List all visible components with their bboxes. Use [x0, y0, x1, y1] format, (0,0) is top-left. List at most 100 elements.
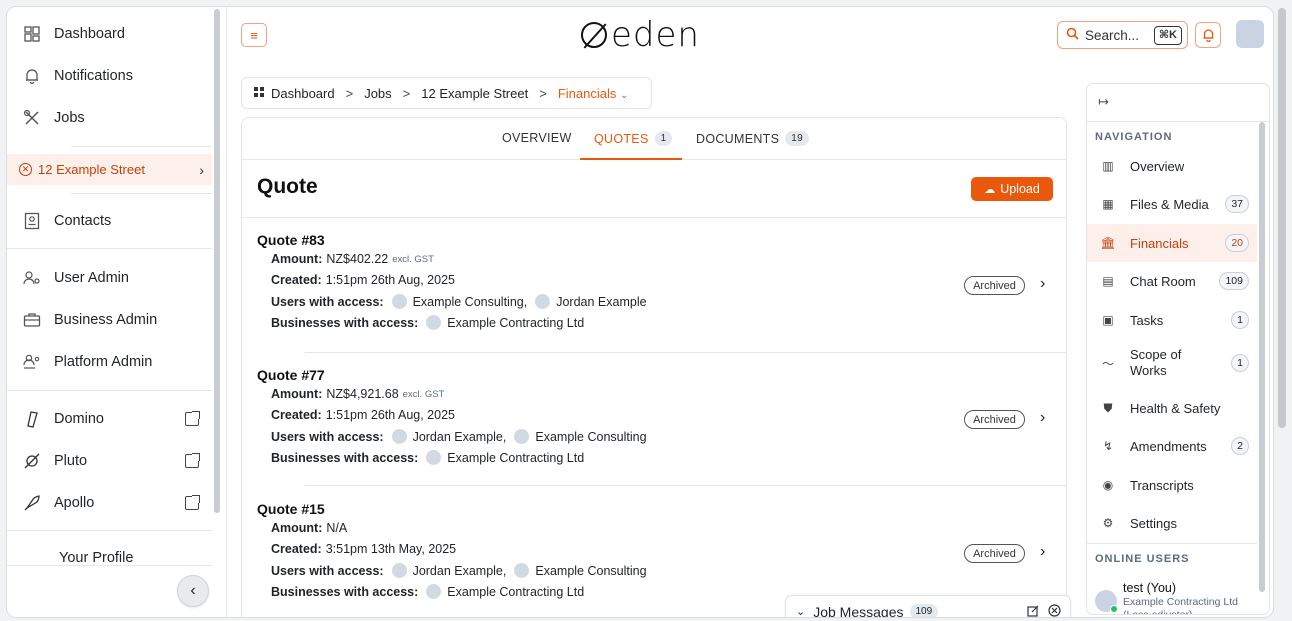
chevron-right-icon: › [199, 161, 204, 178]
breadcrumb-separator: > [345, 85, 354, 101]
sidebar-item-notifications[interactable]: Notifications [7, 56, 212, 96]
upload-button[interactable]: ☁ Upload [971, 177, 1053, 201]
sidebar-item-label: Contacts [54, 213, 112, 229]
sidebar-item-apollo[interactable]: Apollo [7, 483, 212, 523]
breadcrumb-dashboard[interactable]: Dashboard [271, 86, 335, 101]
count-badge: 20 [1225, 234, 1249, 252]
search-input[interactable]: Search... ⌘K [1057, 21, 1188, 49]
search-icon [1066, 27, 1079, 43]
search-shortcut: ⌘K [1153, 26, 1182, 45]
nav-item-financials[interactable]: 🏛 Financials 20 [1087, 224, 1257, 262]
chevron-right-icon[interactable]: › [1040, 543, 1045, 561]
breadcrumb-separator: > [402, 85, 411, 101]
nav-item-scope-of-works[interactable]: 〜 Scope of Works 1 [1087, 341, 1257, 385]
nav-item-health-safety[interactable]: ⛊ Health & Safety [1087, 389, 1257, 427]
contact-card-icon [21, 210, 43, 232]
sidebar-item-pluto[interactable]: Pluto [7, 441, 212, 481]
status-badge: Archived [964, 276, 1025, 295]
tools-icon [21, 107, 43, 129]
sidebar-item-label: Apollo [54, 495, 95, 511]
sidebar-item-label: 12 Example Street [38, 162, 145, 177]
tab-overview[interactable]: OVERVIEW [502, 131, 572, 145]
close-icon[interactable] [1048, 604, 1061, 617]
sidebar-item-contacts[interactable]: Contacts [7, 201, 212, 241]
app-logo[interactable]: eden [581, 15, 700, 55]
sidebar-item-dashboard[interactable]: Dashboard [7, 14, 212, 54]
online-user-company: Example Contracting Ltd [1123, 596, 1238, 608]
nav-item-transcripts[interactable]: ◉ Transcripts [1087, 466, 1257, 504]
breadcrumb-job[interactable]: 12 Example Street [421, 86, 528, 101]
sidebar-scrollbar[interactable] [214, 9, 220, 513]
tab-quotes[interactable]: QUOTES 1 [594, 131, 673, 146]
divider [71, 193, 212, 194]
breadcrumb-separator: > [539, 85, 547, 101]
quote-item[interactable]: Quote #15 Amount: N/A Created: 3:51pm 13… [257, 501, 1057, 599]
bell-icon [21, 65, 43, 87]
bank-icon: 🏛 [1100, 236, 1116, 250]
nav-item-chat-room[interactable]: ▤ Chat Room 109 [1087, 262, 1257, 300]
collapse-sidebar-button[interactable]: ‹ [177, 575, 209, 607]
sidebar-item-12-example-street[interactable]: ✕ 12 Example Street › [7, 154, 212, 185]
rocket-icon [21, 492, 43, 514]
quote-amount: Amount: NZ$402.22 excl. GST [271, 252, 434, 266]
divider [7, 565, 212, 566]
page-scrollbar[interactable] [1278, 8, 1286, 428]
trend-icon: 〜 [1101, 356, 1114, 371]
nav-item-tasks[interactable]: ▣ Tasks 1 [1087, 301, 1257, 339]
sidebar-item-label: Domino [54, 411, 104, 427]
chart-icon: ▥ [1102, 159, 1114, 173]
divider [242, 217, 1066, 218]
count-badge: 109 [1219, 272, 1249, 290]
quote-businesses: Businesses with access: Example Contract… [271, 450, 585, 465]
search-placeholder: Search... [1085, 27, 1140, 43]
quote-amount: Amount: NZ$4,921.68 excl. GST [271, 387, 445, 401]
sidebar-item-label: Business Admin [54, 312, 158, 328]
breadcrumb: Dashboard > Jobs > 12 Example Street > F… [241, 77, 652, 109]
avatar [426, 315, 442, 330]
external-link-icon[interactable] [185, 495, 200, 510]
count-badge: 1 [1231, 311, 1249, 329]
tab-documents[interactable]: DOCUMENTS 19 [696, 131, 809, 146]
panel-scrollbar[interactable] [1259, 122, 1265, 592]
sidebar-item-user-admin[interactable]: User Admin [7, 258, 212, 298]
shield-icon: ⛊ [1103, 400, 1113, 415]
notifications-bell-icon[interactable] [1195, 22, 1221, 48]
sidebar-item-platform-admin[interactable]: Platform Admin [7, 342, 212, 382]
avatar [426, 584, 442, 599]
nav-item-files-media[interactable]: ▦ Files & Media 37 [1087, 185, 1257, 223]
close-circle-icon[interactable]: ✕ [19, 163, 32, 176]
chevron-down-icon[interactable]: ⌄ [796, 605, 805, 617]
sidebar: Dashboard Notifications Jobs ✕ 12 Exampl… [7, 7, 227, 617]
online-user-role: (Loss adjuster) [1123, 609, 1193, 615]
chevron-right-icon[interactable]: › [1040, 409, 1045, 427]
external-link-icon[interactable] [185, 411, 200, 426]
job-messages-count: 109 [909, 604, 939, 617]
user-avatar[interactable] [1236, 20, 1264, 48]
menu-toggle-icon[interactable]: ≡ [241, 23, 267, 47]
avatar [535, 294, 551, 309]
divider [7, 248, 212, 249]
sidebar-item-business-admin[interactable]: Business Admin [7, 300, 212, 340]
users-cog-icon [21, 267, 43, 289]
breadcrumb-jobs[interactable]: Jobs [364, 86, 391, 101]
job-messages-bar[interactable]: ⌄ Job Messages 109 [785, 595, 1071, 617]
quote-item[interactable]: Quote #83 Amount: NZ$402.22 excl. GST Cr… [257, 232, 1057, 330]
nav-item-settings[interactable]: ⚙ Settings [1087, 504, 1257, 542]
sidebar-item-jobs[interactable]: Jobs [7, 98, 212, 138]
platform-users-icon [21, 351, 43, 373]
nav-item-overview[interactable]: ▥ Overview [1087, 147, 1257, 185]
sidebar-item-your-profile[interactable]: Your Profile [59, 550, 133, 564]
clipboard-icon: ▣ [1102, 313, 1114, 327]
divider [71, 146, 212, 147]
collapse-panel-icon[interactable]: ↦ [1098, 94, 1109, 110]
quotes-panel: OVERVIEW QUOTES 1 DOCUMENTS 19 Quote ☁ U… [241, 117, 1067, 617]
chevron-right-icon[interactable]: › [1040, 275, 1045, 293]
quote-item[interactable]: Quote #77 Amount: NZ$4,921.68 excl. GST … [257, 367, 1057, 465]
sidebar-item-domino[interactable]: Domino [7, 399, 212, 439]
images-icon: ▦ [1102, 197, 1114, 211]
external-link-icon[interactable] [1027, 605, 1039, 617]
nav-item-amendments[interactable]: ↯ Amendments 2 [1087, 427, 1257, 465]
voice-icon: ◉ [1102, 478, 1114, 492]
external-link-icon[interactable] [185, 453, 200, 468]
breadcrumb-current[interactable]: Financials ⌄ [558, 86, 629, 101]
